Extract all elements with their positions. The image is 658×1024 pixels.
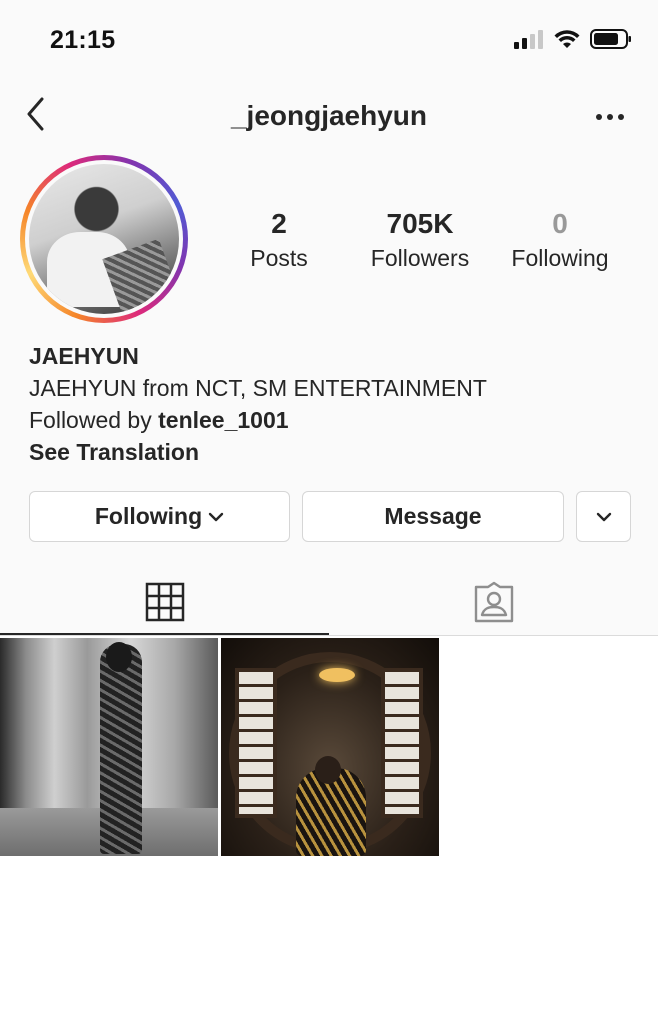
battery-icon bbox=[590, 29, 631, 49]
followers-count: 705K bbox=[386, 208, 454, 239]
stat-posts[interactable]: 2 Posts bbox=[236, 206, 322, 274]
posts-grid bbox=[0, 638, 439, 856]
tab-divider bbox=[0, 635, 658, 636]
status-time: 21:15 bbox=[50, 26, 116, 54]
wifi-icon bbox=[554, 30, 580, 48]
profile-display-name: JAEHYUN bbox=[29, 343, 139, 369]
message-button[interactable]: Message bbox=[302, 491, 564, 542]
followed-by-line[interactable]: Followed by tenlee_1001 bbox=[29, 404, 487, 436]
tab-grid[interactable] bbox=[0, 570, 329, 634]
tab-tagged[interactable] bbox=[329, 570, 658, 634]
profile-username: _jeongjaehyun bbox=[230, 100, 428, 131]
following-button[interactable]: Following bbox=[29, 491, 290, 542]
message-button-label: Message bbox=[384, 503, 482, 529]
stat-following[interactable]: 0 Following bbox=[502, 206, 618, 274]
tagged-user-icon bbox=[474, 581, 513, 623]
profile-avatar[interactable] bbox=[20, 155, 188, 323]
following-button-label: Following bbox=[94, 503, 203, 529]
stat-followers[interactable]: 705K Followers bbox=[360, 206, 480, 274]
status-icons bbox=[514, 28, 632, 50]
profile-bio: JAEHYUN JAEHYUN from NCT, SM ENTERTAINME… bbox=[29, 340, 487, 468]
chevron-down-icon bbox=[208, 512, 224, 521]
more-options-icon[interactable] bbox=[596, 114, 624, 120]
following-label: Following bbox=[511, 245, 609, 271]
followers-label: Followers bbox=[370, 245, 470, 271]
posts-count: 2 bbox=[271, 208, 287, 239]
post-thumbnail[interactable] bbox=[221, 638, 439, 856]
bio-description: JAEHYUN from NCT, SM ENTERTAINMENT bbox=[29, 375, 487, 401]
active-tab-indicator bbox=[0, 633, 329, 635]
avatar-photo bbox=[29, 164, 179, 314]
suggested-accounts-button[interactable] bbox=[576, 491, 631, 542]
grid-icon bbox=[145, 582, 184, 622]
following-count: 0 bbox=[552, 208, 568, 239]
posts-label: Posts bbox=[250, 245, 308, 271]
followed-by-prefix: Followed by bbox=[29, 407, 152, 433]
cellular-signal-icon bbox=[514, 30, 543, 49]
see-translation-link[interactable]: See Translation bbox=[29, 436, 487, 468]
chevron-down-icon bbox=[596, 512, 611, 521]
post-thumbnail[interactable] bbox=[0, 638, 218, 856]
followed-by-user[interactable]: tenlee_1001 bbox=[158, 407, 288, 433]
